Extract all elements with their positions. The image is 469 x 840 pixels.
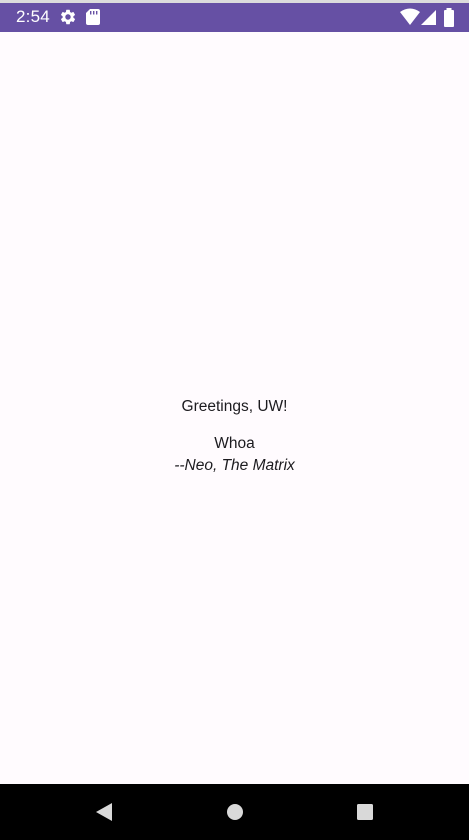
quote-attribution: --Neo, The Matrix: [174, 457, 295, 474]
main-content: Greetings, UW! Whoa --Neo, The Matrix: [0, 32, 469, 784]
gear-icon: [59, 8, 77, 26]
status-bar: 2:54: [0, 0, 469, 32]
status-time: 2:54: [16, 7, 50, 26]
navigation-bar: [0, 784, 469, 840]
battery-icon: [443, 8, 455, 27]
sd-card-icon: [85, 8, 103, 26]
greeting-text: Greetings, UW!: [181, 398, 288, 415]
home-icon[interactable]: [224, 801, 246, 823]
wifi-icon: [400, 8, 420, 26]
quote-text: Whoa: [214, 435, 255, 452]
back-icon[interactable]: [93, 801, 115, 823]
cell-signal-icon: [421, 8, 439, 26]
recents-icon[interactable]: [354, 801, 376, 823]
